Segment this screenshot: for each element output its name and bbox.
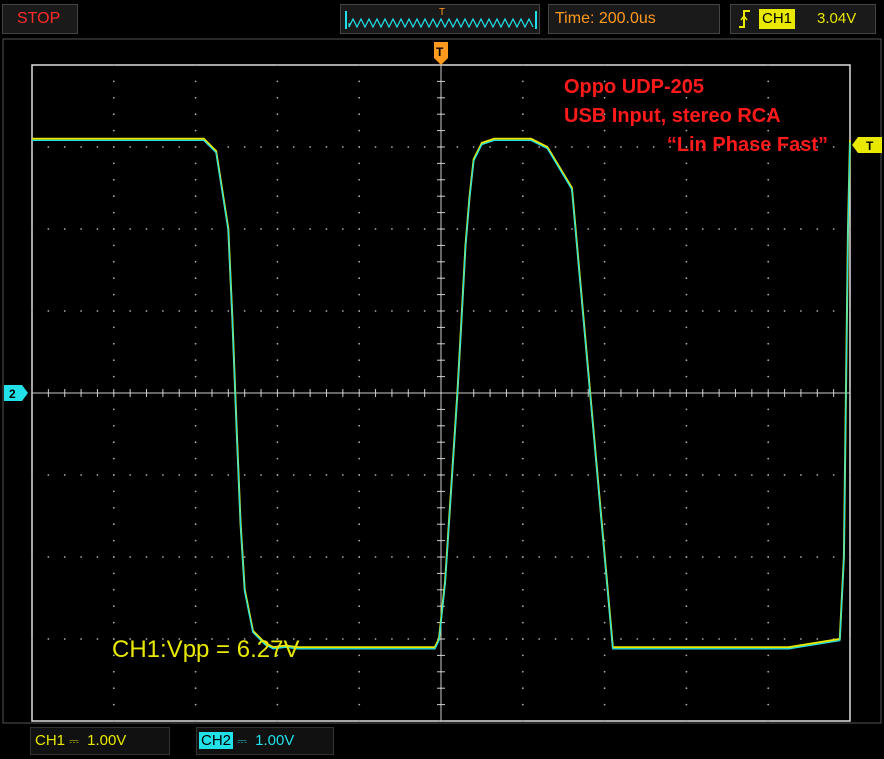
dc-coupling-icon: ⎓ xyxy=(69,734,79,748)
ch2-label: CH2 xyxy=(199,732,234,749)
ch2-scale-readout[interactable]: CH2 ⎓ 1.00V xyxy=(196,727,334,755)
svg-text:T: T xyxy=(436,45,444,59)
ch1-scale: 1.00V xyxy=(87,732,127,749)
trigger-position-marker[interactable]: T xyxy=(434,42,448,65)
oscilloscope-screen: T T 2 Oppo UDP-205 USB Input, stereo RCA… xyxy=(2,38,882,724)
svg-text:T: T xyxy=(866,139,874,153)
ch1-label: CH1 xyxy=(35,732,66,749)
vpp-measurement: CH1:Vpp = 6.27V xyxy=(112,636,299,663)
dc-coupling-icon: ⎓ xyxy=(237,734,247,748)
ch1-scale-readout[interactable]: CH1 ⎓ 1.00V xyxy=(30,727,170,755)
annotation-title: Oppo UDP-205 xyxy=(564,76,704,98)
annotation-source: USB Input, stereo RCA xyxy=(564,105,781,127)
annotation-filter: “Lin Phase Fast” xyxy=(667,134,828,156)
trigger-level-marker[interactable]: T xyxy=(852,137,882,153)
ch2-scale: 1.00V xyxy=(255,732,295,749)
ch2-ground-marker[interactable]: 2 xyxy=(4,385,28,401)
svg-text:2: 2 xyxy=(9,387,16,401)
